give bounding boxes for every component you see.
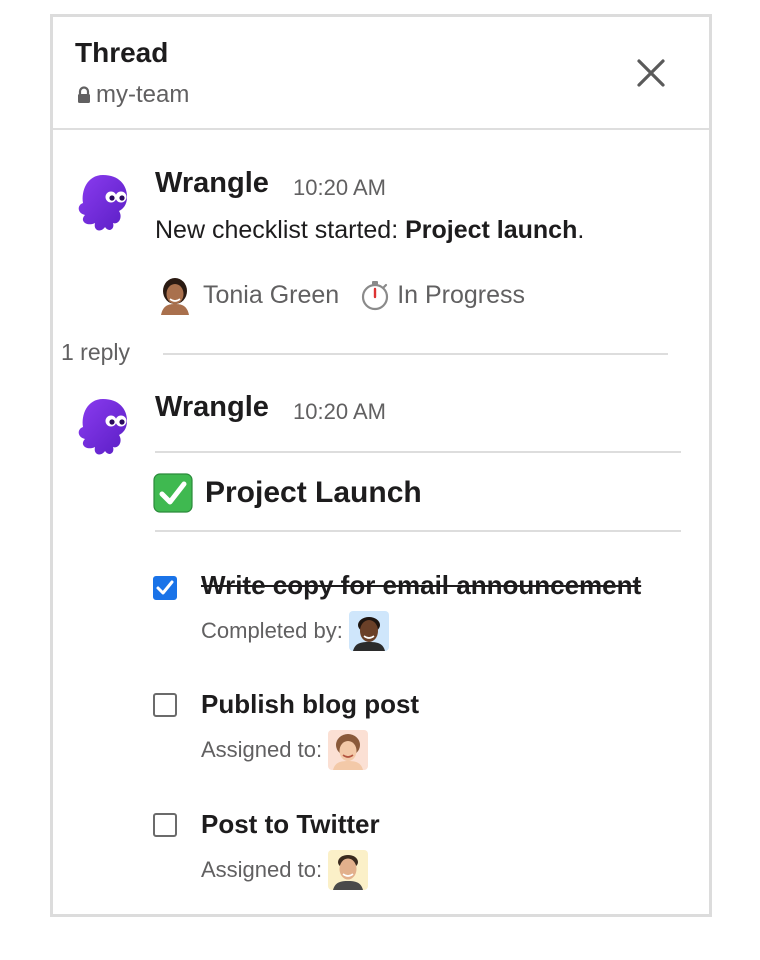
assignee-avatar[interactable] (328, 730, 369, 770)
thread-header: Thread my-team (53, 17, 709, 130)
stopwatch-icon (362, 281, 389, 311)
message-text-suffix: . (577, 216, 585, 244)
checklist-title-text: Project Launch (205, 476, 422, 509)
checklist-item-label[interactable]: Post to Twitter (201, 809, 380, 840)
thread-title: Thread (75, 37, 169, 68)
status-label: In Progress (397, 280, 526, 309)
message-time[interactable]: 10:20 AM (293, 175, 386, 201)
checkbox-empty[interactable] (153, 693, 177, 717)
assignee-avatar (157, 275, 193, 315)
assignee-name[interactable]: Tonia Green (203, 281, 339, 310)
checklist-title: Project Launch (153, 473, 422, 513)
message-text-bold: Project launch (405, 216, 578, 244)
reply-sender[interactable]: Wrangle (155, 391, 269, 424)
checklist-item-label[interactable]: Publish blog post (201, 689, 419, 720)
completed-by-label: Completed by: (201, 618, 343, 643)
assignee-avatar[interactable] (328, 850, 369, 890)
checklist-item-meta: Assigned to: (201, 850, 369, 890)
check-mark-emoji (153, 473, 193, 513)
lock-icon (78, 86, 90, 103)
checkmark-icon (156, 580, 174, 595)
octopus-avatar[interactable] (73, 395, 133, 459)
reply-divider (163, 353, 668, 355)
channel-label: my-team (96, 81, 190, 108)
checkbox-checked[interactable] (153, 576, 177, 600)
assigned-to-label: Assigned to: (201, 857, 323, 882)
checklist-divider-top (155, 451, 681, 453)
channel-name[interactable]: my-team (75, 81, 189, 109)
close-icon[interactable] (631, 53, 671, 93)
checklist-item-label[interactable]: Write copy for email announcement (201, 570, 641, 601)
thread-panel: Thread my-team Wrangle 10:20 AM New chec… (50, 14, 712, 917)
octopus-avatar[interactable] (73, 171, 133, 235)
checklist-item-meta: Completed by: (201, 611, 389, 651)
message-text-prefix: New checklist started: (155, 216, 406, 244)
reply-time[interactable]: 10:20 AM (293, 399, 386, 425)
checklist-item-meta: Assigned to: (201, 730, 369, 770)
message-text: New checklist started: Project launch. (155, 216, 584, 245)
message-sender[interactable]: Wrangle (155, 167, 269, 200)
message-meta: Tonia Green In Progress (157, 275, 525, 315)
checkbox-empty[interactable] (153, 813, 177, 837)
assigned-to-label: Assigned to: (201, 737, 323, 762)
reply-count[interactable]: 1 reply (61, 339, 130, 366)
checklist-divider-bottom (155, 530, 681, 532)
completed-by-avatar[interactable] (348, 611, 389, 651)
